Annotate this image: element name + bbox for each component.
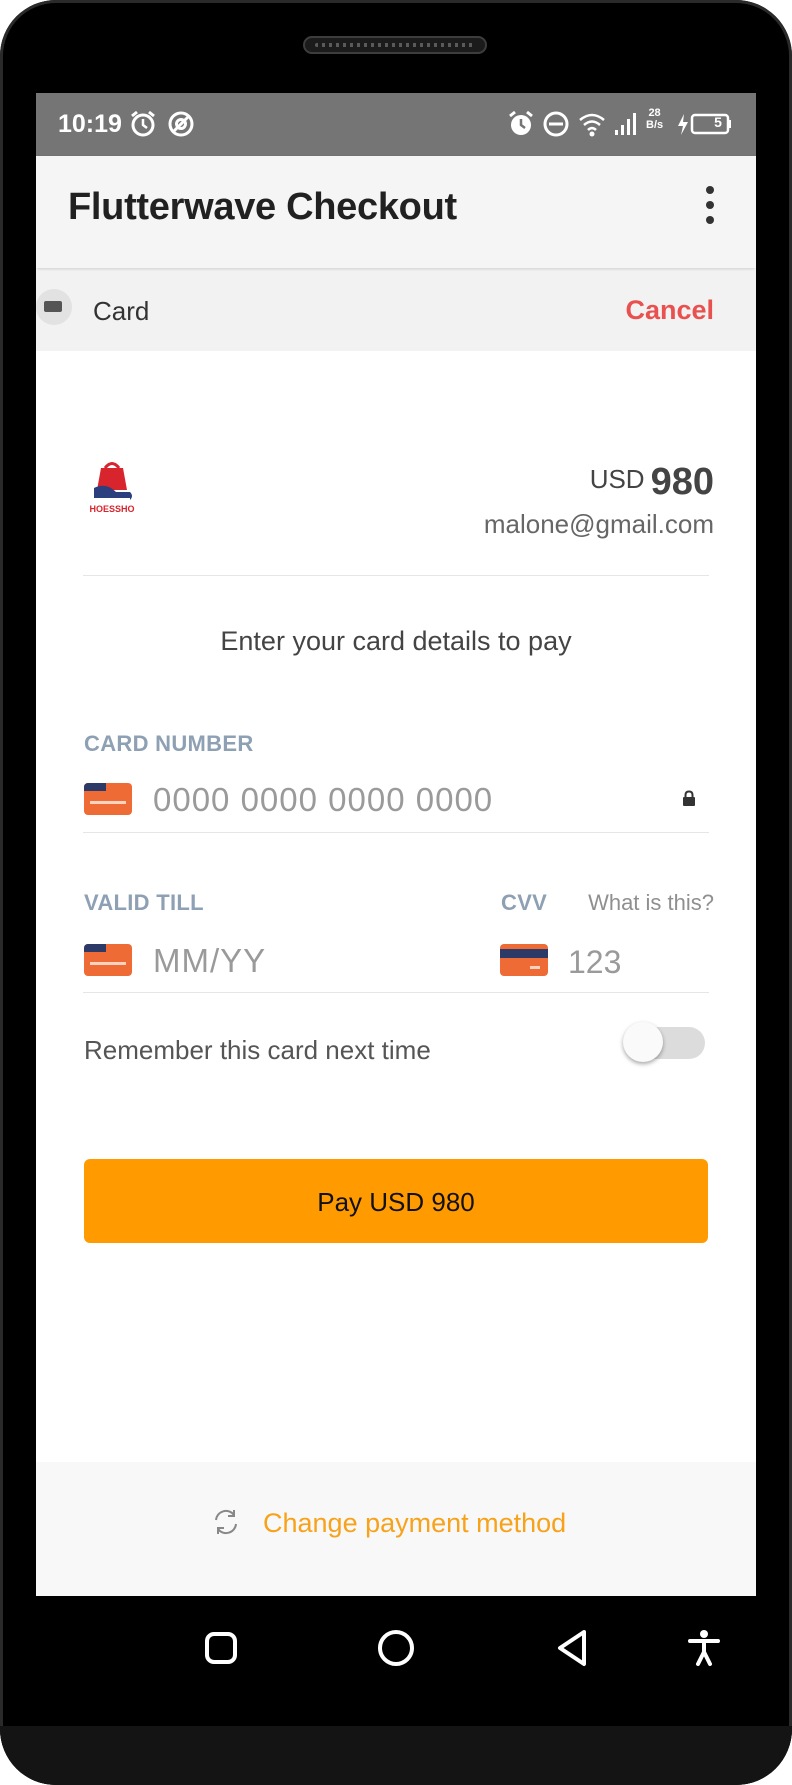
page-title: Flutterwave Checkout xyxy=(68,186,457,228)
screen: 10:19 28 B/s 5 Flutterwave Checkout Card… xyxy=(36,93,756,1596)
network-speed: 28 B/s xyxy=(646,107,663,131)
alarm-icon xyxy=(131,110,155,137)
status-time: 10:19 xyxy=(58,110,122,138)
home-icon[interactable] xyxy=(374,1626,418,1670)
payment-method-label: Card xyxy=(93,296,150,326)
expiry-cvv-underline xyxy=(83,992,709,993)
credit-card-icon xyxy=(84,783,132,815)
navigation-bar xyxy=(0,1596,792,1708)
footer: Change payment method xyxy=(36,1462,756,1596)
at-sign-icon xyxy=(168,111,194,137)
do-not-disturb-icon xyxy=(543,111,569,137)
order-amount: USD 980 xyxy=(590,461,714,504)
network-speed-value: 28 xyxy=(648,107,661,119)
app-bar: Flutterwave Checkout xyxy=(36,156,756,268)
amount-value: 980 xyxy=(650,461,714,503)
form-prompt: Enter your card details to pay xyxy=(220,626,572,656)
merchant-logo-text: HOESSHO xyxy=(89,504,134,514)
valid-till-label: VALID TILL xyxy=(84,890,204,915)
card-number-input[interactable] xyxy=(153,777,653,823)
earpiece-speaker xyxy=(303,36,487,54)
status-bar: 10:19 28 B/s 5 xyxy=(36,93,756,156)
currency-code: USD xyxy=(589,464,645,494)
cvv-label: CVV xyxy=(501,890,548,915)
remember-card-label: Remember this card next time xyxy=(84,1035,431,1065)
change-payment-method-label: Change payment method xyxy=(263,1508,567,1538)
cancel-button[interactable]: Cancel xyxy=(625,295,714,326)
credit-card-icon xyxy=(84,944,132,976)
customer-email: malone@gmail.com xyxy=(483,509,714,539)
divider xyxy=(83,575,709,576)
what-is-cvv-link[interactable]: What is this? xyxy=(588,890,714,916)
recent-apps-icon[interactable] xyxy=(199,1626,243,1670)
payment-method-bar: Card Cancel xyxy=(36,271,756,351)
lock-icon xyxy=(683,790,695,806)
battery-level: 5 xyxy=(714,114,722,130)
card-back-icon xyxy=(500,944,548,976)
network-speed-unit: B/s xyxy=(646,119,664,131)
card-number-label: CARD NUMBER xyxy=(84,731,254,756)
card-number-underline xyxy=(83,832,709,833)
accessibility-icon[interactable] xyxy=(682,1626,726,1670)
expiry-input[interactable] xyxy=(153,938,453,984)
phone-frame: 10:19 28 B/s 5 Flutterwave Checkout Card… xyxy=(0,0,792,1785)
more-vert-icon[interactable] xyxy=(702,186,718,226)
wifi-icon xyxy=(579,113,605,137)
pay-button[interactable]: Pay USD 980 xyxy=(84,1159,708,1243)
back-icon[interactable] xyxy=(550,1626,594,1670)
merchant-logo: HOESSHO xyxy=(89,462,135,514)
phone-chin xyxy=(0,1726,792,1785)
signal-icon xyxy=(615,113,636,135)
refresh-icon xyxy=(215,1509,237,1535)
remember-card-toggle[interactable] xyxy=(623,1019,709,1067)
cvv-input[interactable] xyxy=(568,939,698,985)
alarm-icon xyxy=(509,110,533,135)
card-icon xyxy=(36,289,72,325)
